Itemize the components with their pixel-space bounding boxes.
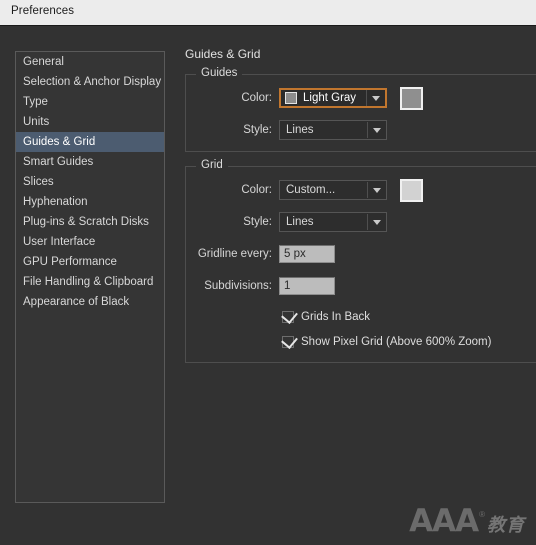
grid-color-dropdown[interactable]: Custom... (279, 180, 387, 200)
sidebar-item-smart-guides[interactable]: Smart Guides (16, 152, 164, 172)
watermark-brand: AAA (409, 503, 479, 539)
guides-style-value: Lines (286, 124, 314, 136)
subdivisions-label: Subdivisions: (204, 280, 272, 292)
show-pixel-grid-checkbox[interactable] (281, 331, 298, 350)
sidebar-item-plugins-scratch-disks[interactable]: Plug-ins & Scratch Disks (16, 212, 164, 232)
watermark: AAA ® 教育 (409, 506, 525, 537)
grid-color-value: Custom... (286, 184, 336, 196)
grid-color-row: Color: Custom... (186, 178, 536, 202)
grid-style-label: Style: (243, 216, 272, 228)
grid-style-row: Style: Lines (186, 211, 536, 233)
grid-style-dropdown[interactable]: Lines (279, 212, 387, 232)
sidebar-item-appearance-of-black[interactable]: Appearance of Black (16, 292, 164, 312)
sidebar-item-hyphenation[interactable]: Hyphenation (16, 192, 164, 212)
chevron-down-icon[interactable] (368, 121, 386, 139)
chevron-down-icon[interactable] (368, 213, 386, 231)
sidebar-item-gpu-performance[interactable]: GPU Performance (16, 252, 164, 272)
preferences-dialog: Preferences General Selection & Anchor D… (0, 0, 536, 545)
grid-group-legend: Grid (196, 159, 228, 171)
sidebar-item-units[interactable]: Units (16, 112, 164, 132)
sidebar-item-user-interface[interactable]: User Interface (16, 232, 164, 252)
guides-style-dropdown[interactable]: Lines (279, 120, 387, 140)
show-pixel-grid-row[interactable]: Show Pixel Grid (Above 600% Zoom) (281, 331, 536, 352)
sidebar-item-slices[interactable]: Slices (16, 172, 164, 192)
grids-in-back-row[interactable]: Grids In Back (281, 306, 536, 327)
gridline-every-row: Gridline every: 5 px (186, 243, 536, 265)
sidebar-item-guides-grid[interactable]: Guides & Grid (16, 132, 164, 152)
check-icon (281, 331, 298, 350)
gridline-every-input[interactable]: 5 px (279, 245, 335, 263)
guides-color-label: Color: (241, 92, 272, 104)
subdivisions-input[interactable]: 1 (279, 277, 335, 295)
settings-pane: Guides & Grid Guides Color: Light Gray S… (185, 47, 536, 363)
guides-style-label: Style: (243, 124, 272, 136)
subdivisions-row: Subdivisions: 1 (186, 275, 536, 297)
guides-color-swatch-button[interactable] (400, 86, 423, 110)
guides-color-row: Color: Light Gray (186, 86, 536, 110)
guides-group: Guides Color: Light Gray Style: Lines (185, 67, 536, 152)
window-title: Preferences (11, 5, 75, 17)
title-bar: Preferences (0, 0, 536, 26)
guides-color-value: Light Gray (303, 92, 357, 104)
category-list[interactable]: General Selection & Anchor Display Type … (15, 51, 165, 503)
sidebar-item-type[interactable]: Type (16, 92, 164, 112)
chevron-down-icon[interactable] (368, 181, 386, 199)
grids-in-back-checkbox[interactable] (281, 306, 298, 325)
guides-group-legend: Guides (196, 67, 243, 79)
grid-color-swatch-button[interactable] (400, 178, 423, 202)
dialog-body: General Selection & Anchor Display Type … (0, 27, 536, 545)
sidebar-item-general[interactable]: General (16, 52, 164, 72)
grid-group: Grid Color: Custom... Style: Lines Gridl… (185, 159, 536, 363)
sidebar-item-file-handling-clipboard[interactable]: File Handling & Clipboard (16, 272, 164, 292)
watermark-suffix: 教育 (487, 515, 525, 536)
watermark-registered-mark: ® (479, 510, 485, 519)
sidebar-item-selection-anchor-display[interactable]: Selection & Anchor Display (16, 72, 164, 92)
gridline-every-label: Gridline every: (197, 248, 272, 260)
check-icon (281, 306, 298, 325)
grid-style-value: Lines (286, 216, 314, 228)
guides-style-row: Style: Lines (186, 119, 536, 141)
guides-color-dropdown[interactable]: Light Gray (279, 88, 387, 108)
show-pixel-grid-label: Show Pixel Grid (Above 600% Zoom) (301, 336, 492, 348)
chevron-down-icon[interactable] (367, 90, 385, 106)
guides-color-preview-swatch (285, 92, 297, 104)
grids-in-back-label: Grids In Back (301, 311, 371, 323)
grid-color-label: Color: (241, 184, 272, 196)
page-title: Guides & Grid (185, 47, 261, 61)
